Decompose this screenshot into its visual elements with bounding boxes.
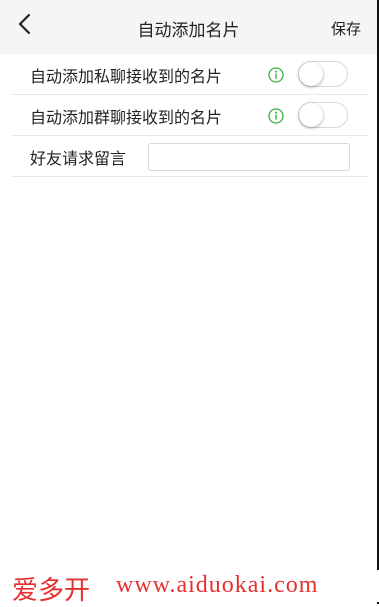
group-chat-toggle[interactable] [298,102,348,128]
setting-row-group-chat: 自动添加群聊接收到的名片 [12,96,368,136]
watermark: 爱多开 www.aiduokai.com [0,570,379,606]
info-circle-icon[interactable] [268,67,284,83]
save-button[interactable]: 保存 [331,18,361,39]
nav-header: 自动添加名片 保存 [0,0,377,54]
friend-request-input[interactable] [148,143,350,171]
private-chat-toggle[interactable] [298,61,348,87]
watermark-url: www.aiduokai.com [116,572,319,598]
setting-row-private-chat: 自动添加私聊接收到的名片 [12,55,368,95]
setting-row-friend-request: 好友请求留言 [12,137,368,177]
toggle-knob [299,62,323,86]
toggle-knob [299,103,323,127]
page-title: 自动添加名片 [137,21,240,41]
group-chat-label: 自动添加群聊接收到的名片 [30,108,223,127]
watermark-chinese: 爱多开 [12,576,91,606]
friend-request-label: 好友请求留言 [30,149,127,168]
info-circle-icon[interactable] [268,108,284,124]
private-chat-label: 自动添加私聊接收到的名片 [30,67,223,86]
app-frame: 自动添加名片 保存 自动添加私聊接收到的名片 自动添加群聊接收到的名片 好友请求… [0,0,379,606]
